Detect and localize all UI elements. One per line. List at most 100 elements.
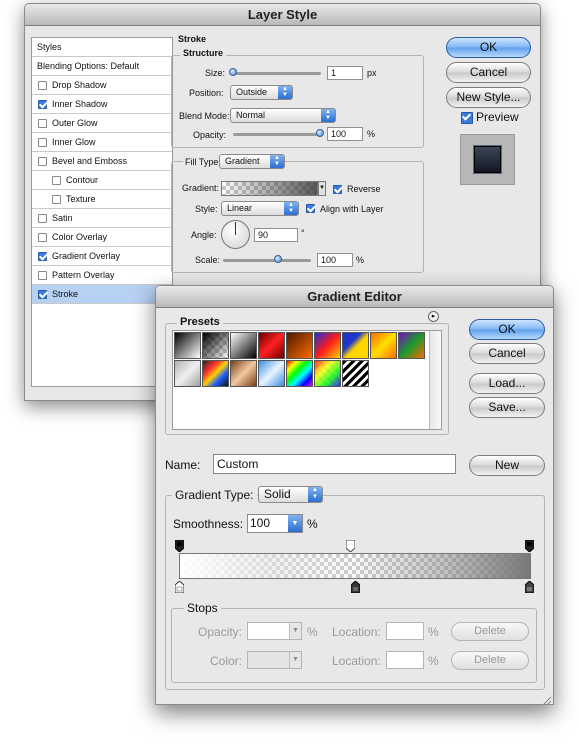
ok-button[interactable]: OK	[446, 37, 531, 58]
scale-input[interactable]: 100	[317, 253, 353, 267]
drop-shadow-checkbox[interactable]	[38, 81, 47, 90]
gradient-preset-swatch[interactable]	[342, 332, 369, 359]
new-button[interactable]: New	[469, 455, 545, 476]
styles-item-bevel-and-emboss[interactable]: Bevel and Emboss	[32, 152, 172, 171]
opacity-stop-left[interactable]	[174, 539, 185, 553]
align-with-layer-checkbox[interactable]	[306, 204, 315, 213]
cancel-button[interactable]: Cancel	[469, 343, 545, 364]
chevron-down-icon[interactable]: ▼	[289, 623, 301, 639]
bevel-and-emboss-checkbox[interactable]	[38, 157, 47, 166]
styles-item-label: Contour	[66, 175, 99, 185]
delete-color-stop-button[interactable]: Delete	[451, 651, 529, 670]
gradient-preset-swatch[interactable]	[314, 360, 341, 387]
styles-item-blending-options-default[interactable]: Blending Options: Default	[32, 57, 172, 76]
gradient-preset-swatch[interactable]	[230, 332, 257, 359]
outer-glow-checkbox[interactable]	[38, 119, 47, 128]
gradient-overlay-checkbox[interactable]	[38, 252, 47, 261]
gradient-bar[interactable]	[179, 553, 531, 579]
stop-opacity-input[interactable]: ▼	[247, 622, 302, 640]
opacity-stop-middle[interactable]	[345, 539, 356, 553]
angle-input[interactable]: 90	[254, 228, 298, 242]
smoothness-input[interactable]: 100 ▼	[247, 514, 303, 533]
angle-dial[interactable]	[221, 220, 250, 249]
gradient-preset-swatch[interactable]	[202, 332, 229, 359]
preview-checkbox[interactable]	[461, 112, 473, 124]
styles-item-satin[interactable]: Satin	[32, 209, 172, 228]
gradient-preset-swatch[interactable]	[230, 360, 257, 387]
opacity-input[interactable]: 100	[327, 127, 363, 141]
cancel-button[interactable]: Cancel	[446, 62, 531, 83]
styles-item-stroke[interactable]: Stroke	[32, 285, 172, 304]
satin-checkbox[interactable]	[38, 214, 47, 223]
stop-opacity-location-input[interactable]	[386, 622, 424, 640]
delete-opacity-stop-button[interactable]: Delete	[451, 622, 529, 641]
gradient-preset-swatch[interactable]	[286, 332, 313, 359]
stop-color-location-unit: %	[428, 654, 439, 668]
name-input[interactable]: Custom	[213, 454, 456, 474]
size-input[interactable]: 1	[327, 66, 363, 80]
opacity-slider-thumb[interactable]	[316, 129, 324, 137]
stroke-checkbox[interactable]	[38, 290, 47, 299]
color-stop-left[interactable]	[174, 580, 185, 594]
align-with-layer-label: Align with Layer	[320, 204, 384, 214]
styles-item-inner-glow[interactable]: Inner Glow	[32, 133, 172, 152]
presets-menu-arrow-icon[interactable]: ▸	[428, 311, 439, 322]
gradient-preset-swatch[interactable]	[258, 360, 285, 387]
scale-slider-thumb[interactable]	[274, 255, 282, 263]
new-style-button[interactable]: New Style...	[446, 87, 531, 108]
styles-item-gradient-overlay[interactable]: Gradient Overlay	[32, 247, 172, 266]
fill-type-select[interactable]: Gradient ▲ ▼	[219, 154, 285, 169]
stop-color-swatch[interactable]: ▼	[247, 651, 302, 669]
styles-item-label: Blending Options: Default	[37, 61, 140, 71]
presets-scrollbar[interactable]	[429, 331, 441, 429]
styles-item-contour[interactable]: Contour	[32, 171, 172, 190]
size-slider-thumb[interactable]	[229, 68, 237, 76]
inner-shadow-checkbox[interactable]	[38, 100, 47, 109]
reverse-checkbox[interactable]	[333, 185, 342, 194]
chevron-down-icon[interactable]: ▼	[288, 515, 302, 532]
color-stop-middle[interactable]	[350, 580, 361, 594]
inner-glow-checkbox[interactable]	[38, 138, 47, 147]
color-overlay-checkbox[interactable]	[38, 233, 47, 242]
gradient-preset-swatch[interactable]	[342, 360, 369, 387]
resize-grip-icon[interactable]	[541, 692, 552, 704]
chevron-down-icon[interactable]: ▼	[289, 652, 301, 668]
gradient-preset-swatch[interactable]	[174, 332, 201, 359]
contour-checkbox[interactable]	[52, 176, 61, 185]
styles-item-inner-shadow[interactable]: Inner Shadow	[32, 95, 172, 114]
size-unit: px	[367, 68, 377, 78]
gradient-label: Gradient:	[182, 183, 220, 193]
gradient-preset-swatch[interactable]	[202, 360, 229, 387]
gradient-preset-swatch[interactable]	[258, 332, 285, 359]
position-select[interactable]: Outside ▲ ▼	[230, 85, 293, 100]
gradient-type-select[interactable]: Solid ▲ ▼	[258, 486, 323, 503]
pattern-overlay-checkbox[interactable]	[38, 271, 47, 280]
save-button[interactable]: Save...	[469, 397, 545, 418]
gradient-preset-swatch[interactable]	[174, 360, 201, 387]
color-stop-right[interactable]	[524, 580, 535, 594]
load-button[interactable]: Load...	[469, 373, 545, 394]
gradient-preset-swatch[interactable]	[398, 332, 425, 359]
styles-item-styles[interactable]: Styles	[32, 38, 172, 57]
styles-item-outer-glow[interactable]: Outer Glow	[32, 114, 172, 133]
blend-mode-select[interactable]: Normal ▲ ▼	[230, 108, 336, 123]
styles-item-color-overlay[interactable]: Color Overlay	[32, 228, 172, 247]
gradient-preset-swatch[interactable]	[370, 332, 397, 359]
scale-slider[interactable]	[223, 259, 311, 262]
opacity-slider[interactable]	[233, 133, 321, 136]
gradient-preset-swatch[interactable]	[314, 332, 341, 359]
size-slider[interactable]	[233, 72, 321, 75]
style-select[interactable]: Linear ▲ ▼	[221, 201, 299, 216]
gradient-dropdown-arrow-icon[interactable]: ▼	[318, 181, 326, 196]
styles-item-texture[interactable]: Texture	[32, 190, 172, 209]
presets-label: Presets	[177, 316, 223, 328]
gradient-preview[interactable]	[221, 181, 318, 196]
styles-item-pattern-overlay[interactable]: Pattern Overlay	[32, 266, 172, 285]
stop-color-location-input[interactable]	[386, 651, 424, 669]
ok-button[interactable]: OK	[469, 319, 545, 340]
styles-item-label: Styles	[37, 42, 62, 52]
gradient-preset-swatch[interactable]	[286, 360, 313, 387]
texture-checkbox[interactable]	[52, 195, 61, 204]
opacity-stop-right[interactable]	[524, 539, 535, 553]
styles-item-drop-shadow[interactable]: Drop Shadow	[32, 76, 172, 95]
